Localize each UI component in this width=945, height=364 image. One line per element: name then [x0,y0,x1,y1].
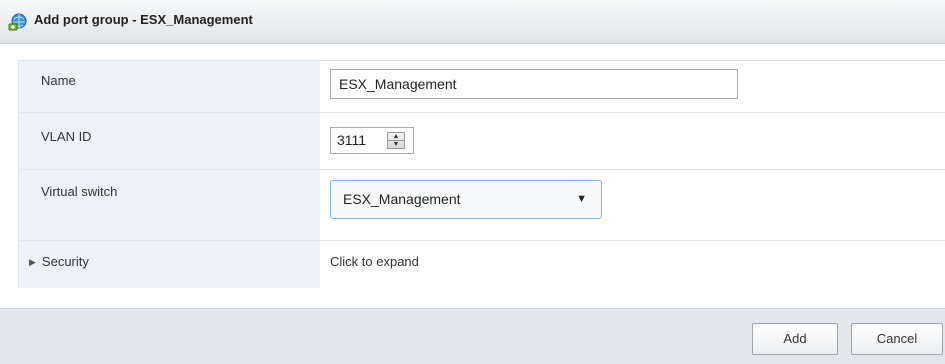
virtual-switch-select[interactable]: ESX_Management ▼ [330,180,602,219]
add-button[interactable]: Add [752,323,838,355]
security-expand-text[interactable]: Click to expand [330,254,419,269]
dialog-footer: Add Cancel [0,308,945,364]
chevron-down-icon[interactable]: ▼ [576,181,587,218]
increment-icon[interactable]: ▲ [388,133,404,141]
vlan-id-value[interactable]: 3111 [337,128,366,153]
decrement-icon[interactable]: ▼ [388,141,404,149]
vlan-id-spinner[interactable]: ▲ ▼ [387,132,405,149]
cancel-button[interactable]: Cancel [851,323,943,355]
name-input[interactable]: ESX_Management [330,69,738,99]
virtual-switch-row: Virtual switch ESX_Management ▼ [19,170,945,241]
dialog-titlebar: Add port group - ESX_Management [0,0,945,44]
virtual-switch-label: Virtual switch [19,170,320,240]
name-label: Name [19,61,320,112]
name-row: Name ESX_Management [19,61,945,113]
vlan-id-stepper[interactable]: 3111 ▲ ▼ [330,127,414,154]
expand-arrow-icon[interactable]: ▶ [29,257,36,268]
port-group-form: Name ESX_Management VLAN ID 3111 ▲ ▼ Vir… [18,60,945,288]
network-portgroup-icon [8,12,28,32]
virtual-switch-value[interactable]: ESX_Management [343,181,461,218]
vlan-id-label: VLAN ID [19,113,320,169]
security-label[interactable]: Security [42,254,89,269]
security-row[interactable]: ▶ Security Click to expand [19,241,945,288]
dialog-title: Add port group - ESX_Management [34,12,253,27]
vlan-row: VLAN ID 3111 ▲ ▼ [19,113,945,170]
